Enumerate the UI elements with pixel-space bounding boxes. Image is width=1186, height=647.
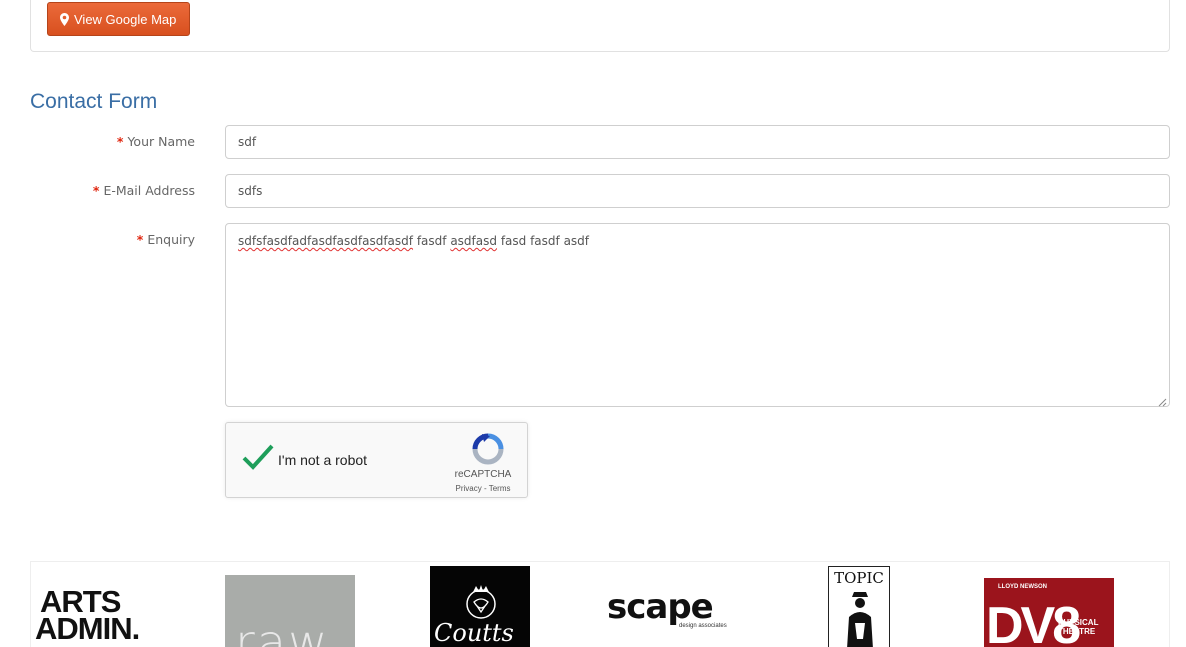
enquiry-textarea[interactable]: sdfsfasdfadfasdfasdfasdfasdf fasdf asdfa… — [225, 223, 1170, 407]
terms-link[interactable]: Terms — [489, 484, 511, 493]
map-pin-icon — [60, 12, 69, 26]
figure-illustration-icon — [841, 589, 879, 647]
link-separator: - — [481, 484, 489, 493]
raw-logo[interactable]: raw — [225, 575, 355, 647]
view-google-map-button[interactable]: View Google Map — [47, 2, 191, 36]
recaptcha-links: Privacy - Terms — [448, 484, 518, 493]
email-input[interactable]: sdfs — [225, 174, 1170, 208]
email-value: sdfs — [238, 184, 263, 198]
your-name-input[interactable]: sdf — [225, 125, 1170, 159]
coutts-logo[interactable]: Coutts — [430, 566, 530, 647]
topic-logo-text: TOPIC — [834, 569, 884, 587]
enquiry-text-misspelled: sdfsfasdfadfasdfasdfasdfasdf — [238, 234, 414, 248]
enquiry-label: * Enquiry — [137, 232, 195, 247]
required-marker: * — [116, 134, 124, 149]
contact-form-title: Contact Form — [30, 90, 158, 113]
your-name-label-text: Your Name — [127, 134, 195, 149]
partner-logos-strip: ARTS ADMIN. raw Coutts scape design asso… — [30, 561, 1170, 647]
dv8-logo-side-text: PHYSICAL THEATRE — [1058, 618, 1099, 636]
coutts-logo-text: Coutts — [434, 619, 514, 647]
recaptcha-widget: I'm not a robot reCAPTCHA Privacy - Term… — [225, 422, 528, 498]
enquiry-text: fasdf — [413, 234, 451, 248]
resize-handle-icon[interactable] — [1158, 395, 1167, 407]
enquiry-text: fasd fasdf asdf — [497, 234, 590, 248]
artsadmin-logo-line: ADMIN. — [35, 611, 140, 646]
topic-logo[interactable]: TOPIC — [828, 566, 890, 647]
scape-logo-text: scape — [607, 590, 714, 627]
dv8-logo-top-text: LLOYD NEWSON — [998, 584, 1047, 590]
view-google-map-label: View Google Map — [74, 11, 177, 27]
required-marker: * — [92, 183, 100, 198]
raw-logo-text: raw — [235, 615, 330, 647]
enquiry-label-text: Enquiry — [147, 232, 195, 247]
checkmark-icon[interactable] — [242, 443, 274, 471]
required-marker: * — [136, 232, 144, 247]
location-panel: View Google Map — [30, 0, 1170, 52]
recaptcha-brand: reCAPTCHA — [454, 469, 512, 480]
your-name-value: sdf — [238, 135, 257, 149]
recaptcha-logo-icon — [472, 433, 504, 465]
scape-logo[interactable]: scape design associates — [607, 590, 747, 640]
your-name-label: * Your Name — [117, 134, 195, 149]
scape-logo-subtext: design associates — [679, 623, 727, 629]
crown-crest-icon — [463, 584, 499, 622]
email-label: * E-Mail Address — [93, 183, 195, 198]
enquiry-text-misspelled: asdfasd — [450, 234, 497, 248]
artsadmin-logo[interactable]: ARTS ADMIN. — [35, 588, 175, 647]
not-a-robot-label[interactable]: I'm not a robot — [278, 452, 367, 468]
dv8-logo[interactable]: LLOYD NEWSON DV8 PHYSICAL THEATRE — [984, 578, 1114, 647]
privacy-link[interactable]: Privacy — [456, 484, 482, 493]
email-label-text: E-Mail Address — [103, 183, 195, 198]
